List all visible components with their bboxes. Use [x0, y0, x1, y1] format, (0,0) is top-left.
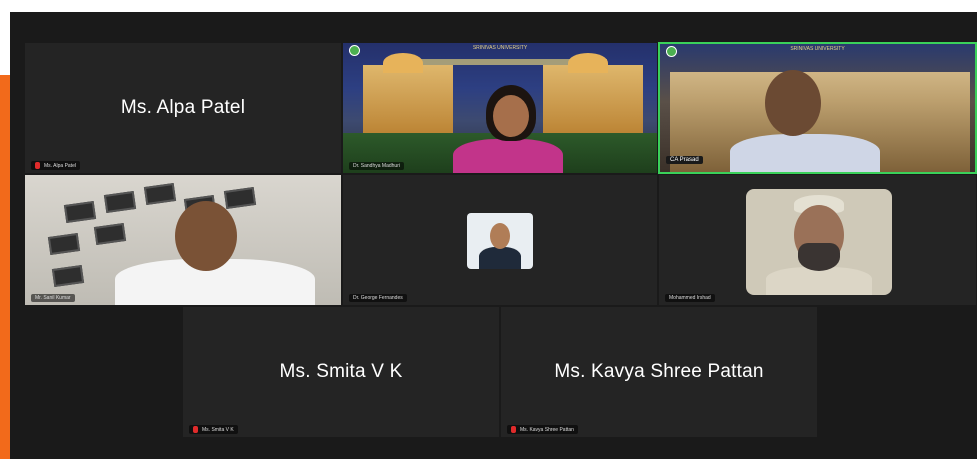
muted-mic-icon — [511, 426, 516, 433]
participant-name-label: CA Prasad — [670, 157, 699, 163]
participant-face — [765, 70, 821, 136]
participant-body — [453, 139, 563, 173]
participant-name-label: Dr. George Fernandes — [353, 295, 403, 301]
meeting-gallery-view: Ms. Alpa Patel Ms. Alpa Patel SRINIVAS U… — [10, 12, 977, 459]
university-logo-icon — [666, 46, 677, 57]
participant-name-tag: Mohammed Irshad — [665, 294, 715, 302]
participant-name-tag: Dr. George Fernandes — [349, 294, 407, 302]
participant-name-label: Ms. Kavya Shree Pattan — [520, 426, 574, 433]
participant-body — [766, 267, 872, 295]
participant-body — [730, 134, 880, 172]
participant-tile-smita-vk[interactable]: Ms. Smita V K Ms. Smita V K — [182, 306, 500, 438]
banner-title: SRINIVAS UNIVERSITY — [790, 46, 845, 52]
participant-name-tag: Mr. Sanil Kumar — [31, 294, 75, 302]
participant-name-label: Ms. Alpa Patel — [44, 162, 76, 169]
participant-name-tag: CA Prasad — [666, 156, 703, 164]
profile-picture — [746, 189, 892, 295]
participant-name-tag: Dr. Sandhya Madhuri — [349, 162, 404, 170]
palace-image — [363, 65, 453, 135]
participant-tile-video-6[interactable]: Mohammed Irshad — [658, 174, 977, 306]
participant-tile-alpa-patel[interactable]: Ms. Alpa Patel Ms. Alpa Patel — [24, 42, 342, 174]
palace-dome — [383, 53, 423, 73]
palace-dome — [568, 53, 608, 73]
university-logo-icon — [349, 45, 360, 56]
profile-picture — [467, 213, 533, 269]
participant-body — [479, 247, 521, 269]
participant-name-label: Mr. Sanil Kumar — [35, 295, 71, 301]
participant-name-tag: Ms. Alpa Patel — [31, 161, 80, 170]
participant-name-label: Dr. Sandhya Madhuri — [353, 163, 400, 169]
muted-mic-icon — [193, 426, 198, 433]
participant-tile-video-5[interactable]: Dr. George Fernandes — [342, 174, 658, 306]
participant-face — [493, 95, 529, 137]
participant-name-tag: Ms. Kavya Shree Pattan — [507, 425, 578, 434]
participant-tile-video-3[interactable]: SRINIVAS UNIVERSITY CA Prasad — [658, 42, 977, 174]
participant-face — [175, 201, 237, 271]
participant-name-label: Mohammed Irshad — [669, 295, 711, 301]
participant-display-name: Ms. Smita V K — [279, 361, 403, 382]
muted-mic-icon — [35, 162, 40, 169]
participant-tile-video-4[interactable]: Mr. Sanil Kumar — [24, 174, 342, 306]
participant-display-name: Ms. Kavya Shree Pattan — [554, 361, 764, 382]
participant-name-label: Ms. Smita V K — [202, 426, 234, 433]
participant-face — [490, 223, 510, 249]
palace-image — [543, 65, 643, 135]
participant-tile-kavya-shree-pattan[interactable]: Ms. Kavya Shree Pattan Ms. Kavya Shree P… — [500, 306, 818, 438]
participant-tile-video-2[interactable]: SRINIVAS UNIVERSITY Dr. Sandhya Madhuri — [342, 42, 658, 174]
participant-beard — [798, 243, 840, 271]
participant-name-tag: Ms. Smita V K — [189, 425, 238, 434]
participant-display-name: Ms. Alpa Patel — [120, 97, 246, 118]
